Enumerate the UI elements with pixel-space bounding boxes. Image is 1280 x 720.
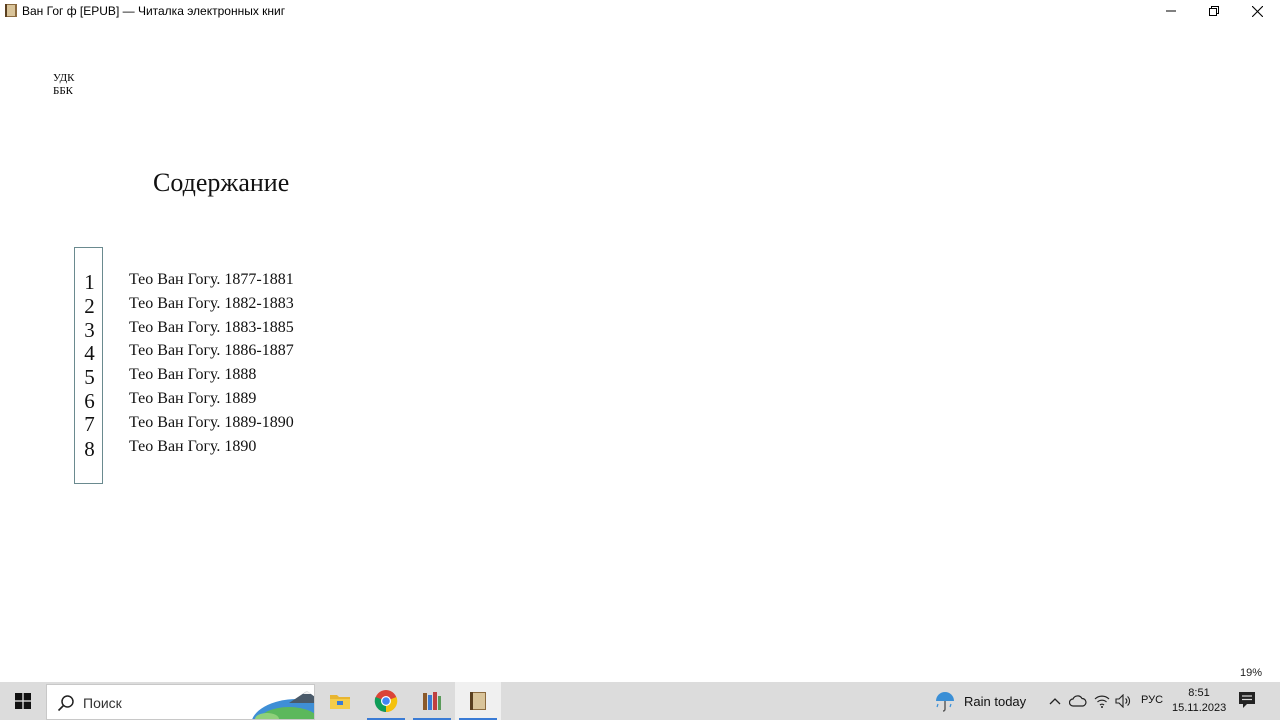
clock[interactable]: 8:51 15.11.2023 bbox=[1172, 686, 1226, 716]
toc-entry-link[interactable]: Тео Ван Гогу. 1889 bbox=[129, 390, 256, 408]
start-button[interactable] bbox=[0, 682, 46, 720]
reading-progress: 19% bbox=[1240, 667, 1263, 679]
toc-heading: Содержание bbox=[153, 168, 290, 197]
toc-number[interactable]: 3 bbox=[75, 318, 104, 343]
toc-entry-link[interactable]: Тео Ван Гогу. 1890 bbox=[129, 438, 256, 456]
toc-entry-link[interactable]: Тео Ван Гогу. 1882-1883 bbox=[129, 295, 294, 313]
search-icon bbox=[57, 695, 74, 712]
taskbar-chrome[interactable] bbox=[363, 682, 409, 720]
restore-button[interactable] bbox=[1191, 0, 1237, 22]
restore-icon bbox=[1209, 6, 1219, 16]
taskbar: Поиск Rain today РУС 8:51 15.11.2023 bbox=[0, 682, 1280, 720]
volume-button[interactable] bbox=[1114, 692, 1132, 710]
notification-center-button[interactable] bbox=[1238, 691, 1260, 711]
chrome-icon bbox=[374, 690, 398, 713]
search-placeholder: Поиск bbox=[83, 695, 122, 711]
toc-entry-link[interactable]: Тео Ван Гогу. 1889-1890 bbox=[129, 414, 294, 432]
minimize-icon bbox=[1166, 10, 1176, 12]
input-language-indicator[interactable]: РУС bbox=[1141, 694, 1163, 706]
toc-entry-link[interactable]: Тео Ван Гогу. 1888 bbox=[129, 366, 256, 384]
weather-widget[interactable]: Rain today bbox=[934, 682, 1026, 720]
clock-date: 15.11.2023 bbox=[1172, 702, 1227, 714]
minimize-button[interactable] bbox=[1148, 0, 1194, 22]
cloud-icon bbox=[1069, 695, 1087, 707]
notification-icon bbox=[1239, 692, 1255, 708]
taskbar-book-reader[interactable] bbox=[455, 682, 501, 720]
network-button[interactable] bbox=[1093, 692, 1111, 710]
search-highlight-illustration bbox=[252, 691, 314, 719]
toc-entry-link[interactable]: Тео Ван Гогу. 1877-1881 bbox=[129, 271, 294, 289]
library-icon bbox=[423, 692, 441, 710]
wifi-icon bbox=[1094, 695, 1110, 708]
toc-number[interactable]: 7 bbox=[75, 412, 104, 437]
toc-number[interactable]: 8 bbox=[75, 437, 104, 462]
book-reader-icon bbox=[5, 4, 17, 17]
toc-number[interactable]: 5 bbox=[75, 365, 104, 390]
close-button[interactable] bbox=[1234, 0, 1280, 22]
taskbar-search-box[interactable]: Поиск bbox=[46, 684, 315, 720]
taskbar-file-explorer[interactable] bbox=[317, 682, 363, 720]
toc-number[interactable]: 1 bbox=[75, 270, 104, 295]
windows-logo-icon bbox=[15, 693, 31, 709]
file-explorer-icon bbox=[330, 695, 350, 709]
bbk-label: ББК bbox=[53, 85, 73, 97]
onedrive-button[interactable] bbox=[1069, 692, 1087, 710]
taskbar-library[interactable] bbox=[409, 682, 455, 720]
rain-umbrella-icon bbox=[936, 692, 954, 712]
close-icon bbox=[1251, 5, 1263, 17]
chevron-up-icon bbox=[1049, 698, 1061, 705]
speaker-icon bbox=[1115, 694, 1130, 708]
toc-number[interactable]: 2 bbox=[75, 294, 104, 319]
toc-number[interactable]: 4 bbox=[75, 341, 104, 366]
clock-time: 8:51 bbox=[1188, 687, 1210, 699]
toc-entry-link[interactable]: Тео Ван Гогу. 1883-1885 bbox=[129, 319, 294, 337]
weather-text: Rain today bbox=[964, 693, 1027, 709]
show-hidden-icons-button[interactable] bbox=[1046, 692, 1064, 710]
toc-number[interactable]: 6 bbox=[75, 389, 104, 414]
window-title: Ван Гог ф [EPUB] — Читалка электронных к… bbox=[22, 4, 286, 18]
udk-bbk-block: УДК ББК bbox=[53, 72, 75, 98]
toc-entry-link[interactable]: Тео Ван Гогу. 1886-1887 bbox=[129, 342, 294, 360]
book-reader-icon bbox=[470, 692, 486, 710]
toc-number-column: 1 2 3 4 5 6 7 8 bbox=[74, 247, 103, 484]
title-bar: Ван Гог ф [EPUB] — Читалка электронных к… bbox=[0, 0, 1280, 22]
udk-label: УДК bbox=[53, 72, 75, 84]
